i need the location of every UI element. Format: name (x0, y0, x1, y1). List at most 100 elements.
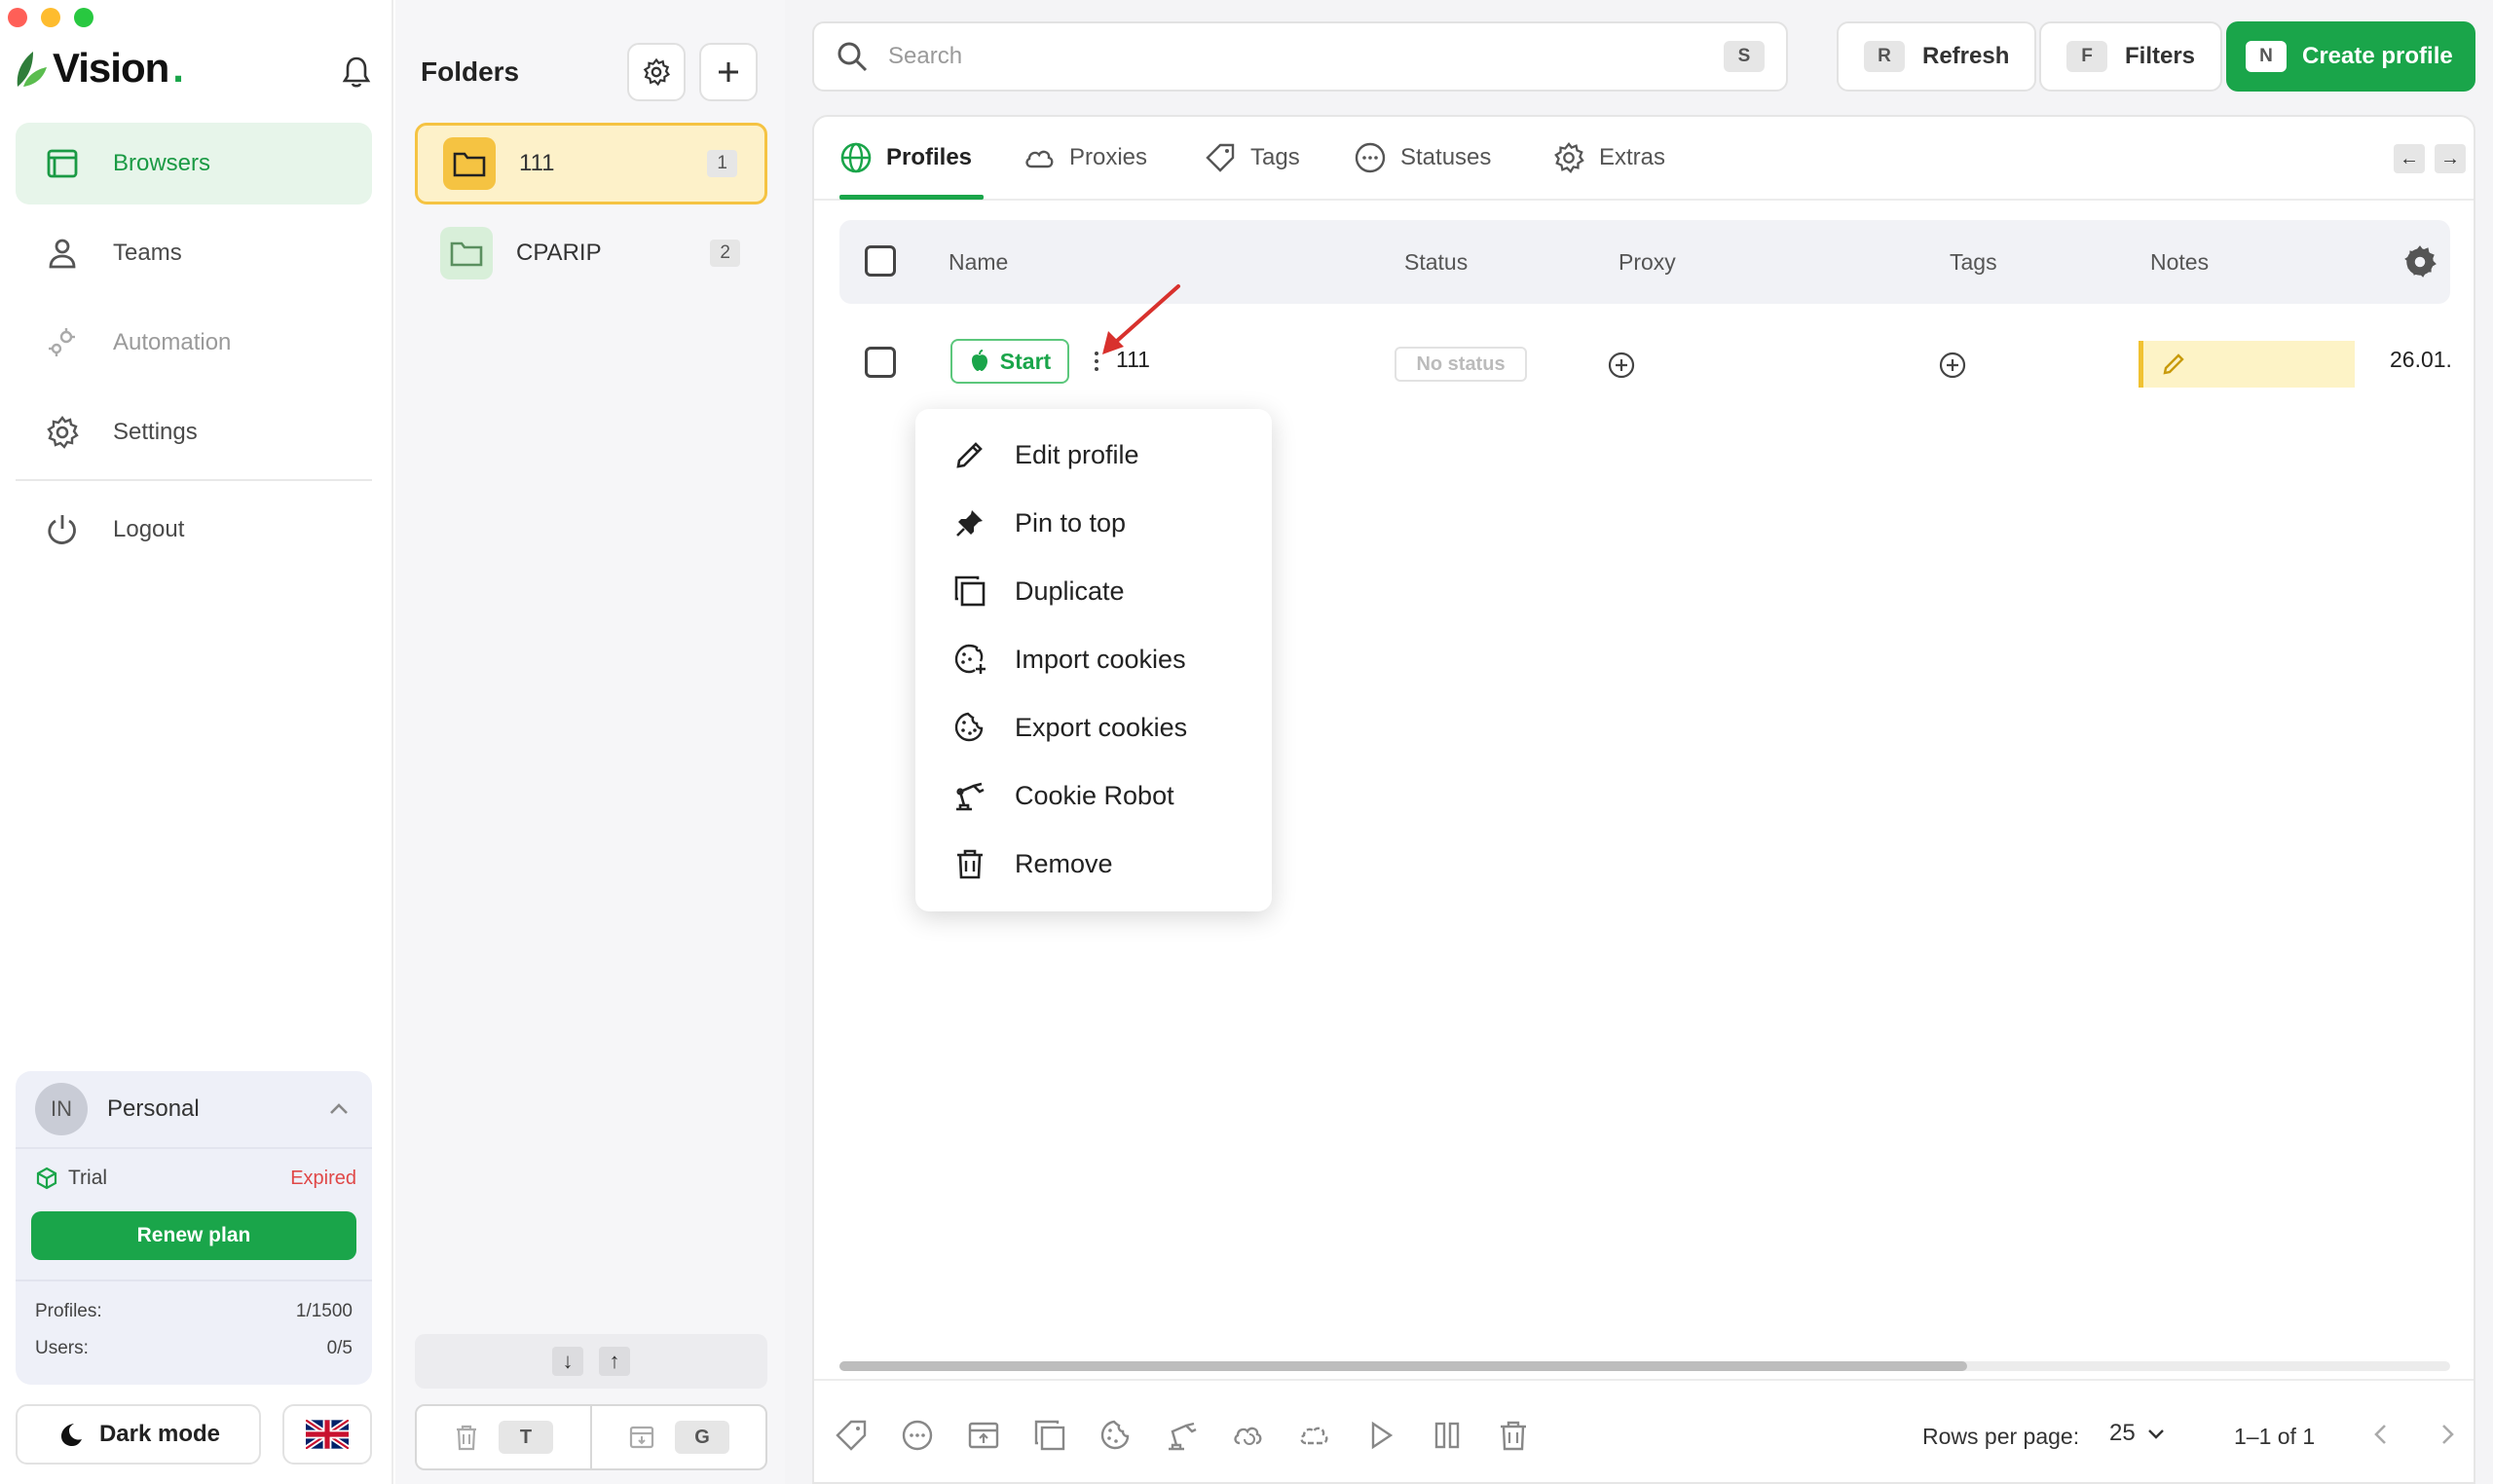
tab-label: Profiles (886, 144, 973, 170)
tab-extras[interactable]: Extras (1552, 138, 1665, 177)
search-input[interactable] (888, 43, 1704, 70)
sidebar-item-automation[interactable]: Automation (16, 302, 372, 384)
column-settings-icon[interactable] (2401, 243, 2438, 280)
profiles-usage-label: Profiles: (35, 1301, 102, 1321)
add-proxy-icon[interactable] (1607, 351, 1636, 380)
create-profile-label: Create profile (2302, 43, 2453, 69)
column-header-tags[interactable]: Tags (1950, 249, 1997, 276)
status-badge[interactable]: No status (1395, 347, 1527, 382)
tab-statuses[interactable]: Statuses (1354, 138, 1491, 177)
sort-up-button[interactable]: ↑ (599, 1347, 630, 1376)
tab-tags[interactable]: Tags (1204, 138, 1300, 177)
horizontal-scrollbar[interactable] (839, 1361, 2450, 1371)
bulk-cloud-icon[interactable] (1297, 1418, 1332, 1453)
folder-item-111[interactable]: 111 1 (415, 123, 767, 204)
search-icon (837, 42, 868, 72)
maximize-window-button[interactable] (74, 8, 93, 27)
rows-per-page-select[interactable]: 25 (2109, 1420, 2167, 1447)
menu-item-remove[interactable]: Remove (915, 830, 1272, 898)
refresh-button[interactable]: R Refresh (1837, 21, 2037, 92)
add-folder-button[interactable] (699, 43, 758, 101)
folder-item-cparip[interactable]: CPARIP 2 (415, 212, 767, 294)
refresh-shortcut: R (1864, 41, 1905, 72)
users-usage-value: 0/5 (326, 1338, 353, 1358)
column-header-name[interactable]: Name (949, 249, 1008, 276)
users-usage-label: Users: (35, 1338, 89, 1358)
menu-item-duplicate[interactable]: Duplicate (915, 557, 1272, 625)
bulk-delete-icon[interactable] (1496, 1418, 1531, 1453)
menu-item-pin-to-top[interactable]: Pin to top (915, 489, 1272, 557)
plan-divider (16, 1280, 372, 1281)
tab-label: Statuses (1400, 144, 1492, 170)
filters-button[interactable]: F Filters (2039, 21, 2223, 92)
delete-folder-button[interactable]: T (417, 1406, 590, 1468)
row-checkbox[interactable] (865, 347, 896, 378)
bulk-duplicate-icon[interactable] (1032, 1418, 1067, 1453)
workspace-switcher[interactable]: IN Personal (16, 1071, 372, 1149)
bulk-sync-cloud-icon[interactable] (1231, 1418, 1266, 1453)
menu-item-export-cookies[interactable]: Export cookies (915, 693, 1272, 761)
column-header-proxy[interactable]: Proxy (1619, 249, 1676, 276)
next-page-icon[interactable] (2433, 1420, 2462, 1449)
notification-bell-icon[interactable] (341, 55, 372, 90)
sidebar-item-browsers[interactable]: Browsers (16, 123, 372, 204)
add-tag-icon[interactable] (1938, 351, 1967, 380)
browser-window-icon (47, 149, 78, 178)
globe-icon (840, 142, 872, 173)
gears-icon (49, 328, 75, 356)
pagination-info: 1–1 of 1 (2234, 1424, 2316, 1449)
tab-scroll-left-button[interactable]: ← (2394, 144, 2425, 173)
column-header-notes[interactable]: Notes (2150, 249, 2209, 276)
language-button[interactable] (282, 1404, 372, 1465)
search-bar[interactable]: S (812, 21, 1788, 92)
dots-circle-icon (1355, 142, 1386, 173)
menu-item-label: Duplicate (1015, 575, 1125, 606)
menu-item-label: Import cookies (1015, 644, 1186, 674)
menu-item-import-cookies[interactable]: Import cookies (915, 625, 1272, 693)
folder-settings-button[interactable] (627, 43, 686, 101)
column-header-status[interactable]: Status (1404, 249, 1468, 276)
workspace-name: Personal (107, 1095, 200, 1122)
tab-proxies[interactable]: Proxies (1023, 138, 1147, 177)
profiles-panel: Profiles Proxies Tags Statuses Extras ← … (812, 115, 2475, 1484)
sidebar-item-teams[interactable]: Teams (16, 212, 372, 294)
sidebar-item-settings[interactable]: Settings (16, 391, 372, 473)
gear-icon (643, 57, 671, 87)
previous-page-icon[interactable] (2366, 1420, 2396, 1449)
menu-item-label: Export cookies (1015, 712, 1188, 742)
refresh-label: Refresh (1922, 43, 2010, 69)
sidebar-item-label: Logout (113, 516, 185, 542)
profiles-usage-value: 1/1500 (295, 1301, 353, 1321)
bulk-status-icon[interactable] (900, 1418, 935, 1453)
menu-item-edit-profile[interactable]: Edit profile (915, 421, 1272, 489)
minimize-window-button[interactable] (41, 8, 60, 27)
sidebar-item-label: Settings (113, 419, 198, 445)
close-window-button[interactable] (8, 8, 27, 27)
bulk-export-icon[interactable] (966, 1418, 1001, 1453)
filters-label: Filters (2125, 43, 2196, 69)
tab-profiles[interactable]: Profiles (839, 138, 972, 177)
renew-plan-button[interactable]: Renew plan (31, 1211, 356, 1260)
sidebar-item-label: Automation (113, 329, 232, 355)
bulk-start-icon[interactable] (1363, 1418, 1398, 1453)
archive-folder-button[interactable]: G (590, 1406, 765, 1468)
apple-icon (971, 350, 987, 371)
bulk-stop-icon[interactable] (1430, 1418, 1465, 1453)
scrollbar-thumb[interactable] (839, 1361, 1967, 1371)
start-profile-button[interactable]: Start (950, 339, 1069, 384)
bulk-cookie-robot-icon[interactable] (1165, 1418, 1200, 1453)
archive-folder-shortcut: G (675, 1421, 729, 1454)
bulk-cookies-icon[interactable] (1098, 1418, 1134, 1453)
cookie-export-icon (954, 712, 984, 742)
select-all-checkbox[interactable] (865, 245, 896, 277)
sort-down-button[interactable]: ↓ (552, 1347, 583, 1376)
dark-mode-button[interactable]: Dark mode (16, 1404, 261, 1465)
menu-item-cookie-robot[interactable]: Cookie Robot (915, 761, 1272, 830)
notes-cell[interactable] (2139, 341, 2355, 388)
rows-per-page-value: 25 (2109, 1420, 2136, 1446)
tab-scroll-right-button[interactable]: → (2435, 144, 2466, 173)
brand-dot: . (172, 45, 184, 91)
create-profile-button[interactable]: N Create profile (2226, 21, 2475, 92)
bulk-tag-icon[interactable] (834, 1418, 869, 1453)
sidebar-item-logout[interactable]: Logout (16, 489, 372, 571)
